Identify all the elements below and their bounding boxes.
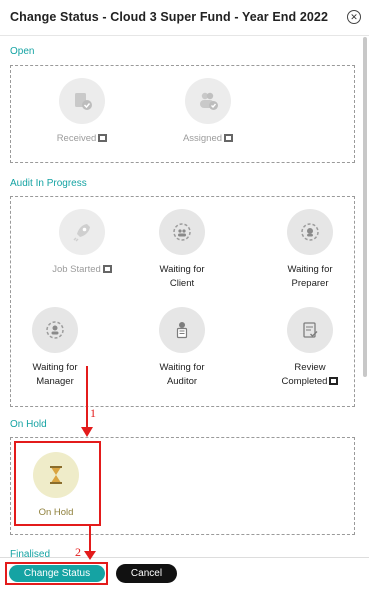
annotation-arrow-1: [86, 366, 88, 428]
selected-status-highlight: [14, 441, 101, 526]
status-review-completed[interactable]: Review Completed: [260, 307, 360, 389]
close-icon[interactable]: ✕: [347, 10, 361, 24]
status-waiting-preparer[interactable]: Waiting for Preparer: [260, 209, 360, 291]
review-completed-icon: [287, 307, 333, 353]
client-wait-icon: [159, 209, 205, 255]
flag-icon: [98, 134, 108, 142]
annotation-step-1: 1: [90, 406, 96, 420]
manager-wait-icon: [32, 307, 78, 353]
flag-icon: [102, 265, 112, 273]
section-audit-title: Audit In Progress: [10, 178, 87, 189]
section-audit-box: Job Started Waiting for Client Waiting f…: [10, 196, 355, 407]
change-status-button[interactable]: Change Status: [9, 565, 105, 582]
section-open-box: Received Assigned: [10, 65, 355, 163]
status-waiting-manager[interactable]: Waiting for Manager: [5, 307, 105, 389]
users-check-icon: [185, 78, 231, 124]
dialog-header: Change Status - Cloud 3 Super Fund - Yea…: [0, 0, 369, 36]
annotation-step-2: 2: [75, 545, 81, 559]
document-check-icon: [59, 78, 105, 124]
cancel-button[interactable]: Cancel: [116, 564, 177, 583]
status-received[interactable]: Received: [32, 78, 132, 146]
status-job-started[interactable]: Job Started: [32, 209, 132, 277]
dialog-title: Change Status - Cloud 3 Super Fund - Yea…: [10, 10, 329, 24]
rocket-icon: [59, 209, 105, 255]
status-label: Waiting for Preparer: [287, 264, 333, 289]
status-assigned[interactable]: Assigned: [158, 78, 258, 146]
section-onhold-title: On Hold: [10, 419, 47, 430]
status-label: Waiting for Client: [159, 264, 205, 289]
annotation-arrow-2: [89, 526, 91, 553]
annotation-arrowhead-1: [81, 427, 93, 437]
annotation-arrowhead-2: [84, 551, 96, 560]
preparer-wait-icon: [287, 209, 333, 255]
flag-icon: [224, 134, 234, 142]
status-label: Waiting for Auditor: [159, 362, 205, 387]
scrollbar[interactable]: [363, 37, 367, 377]
auditor-icon: [159, 307, 205, 353]
status-label: Waiting for Manager: [32, 362, 78, 387]
status-label: Received: [56, 133, 97, 144]
flag-icon: [329, 377, 339, 385]
status-label: Assigned: [182, 133, 223, 144]
status-waiting-client[interactable]: Waiting for Client: [132, 209, 232, 291]
status-waiting-auditor[interactable]: Waiting for Auditor: [132, 307, 232, 389]
status-label: Job Started: [52, 264, 101, 275]
section-open-title: Open: [10, 46, 35, 57]
status-label: Review Completed: [281, 362, 328, 387]
